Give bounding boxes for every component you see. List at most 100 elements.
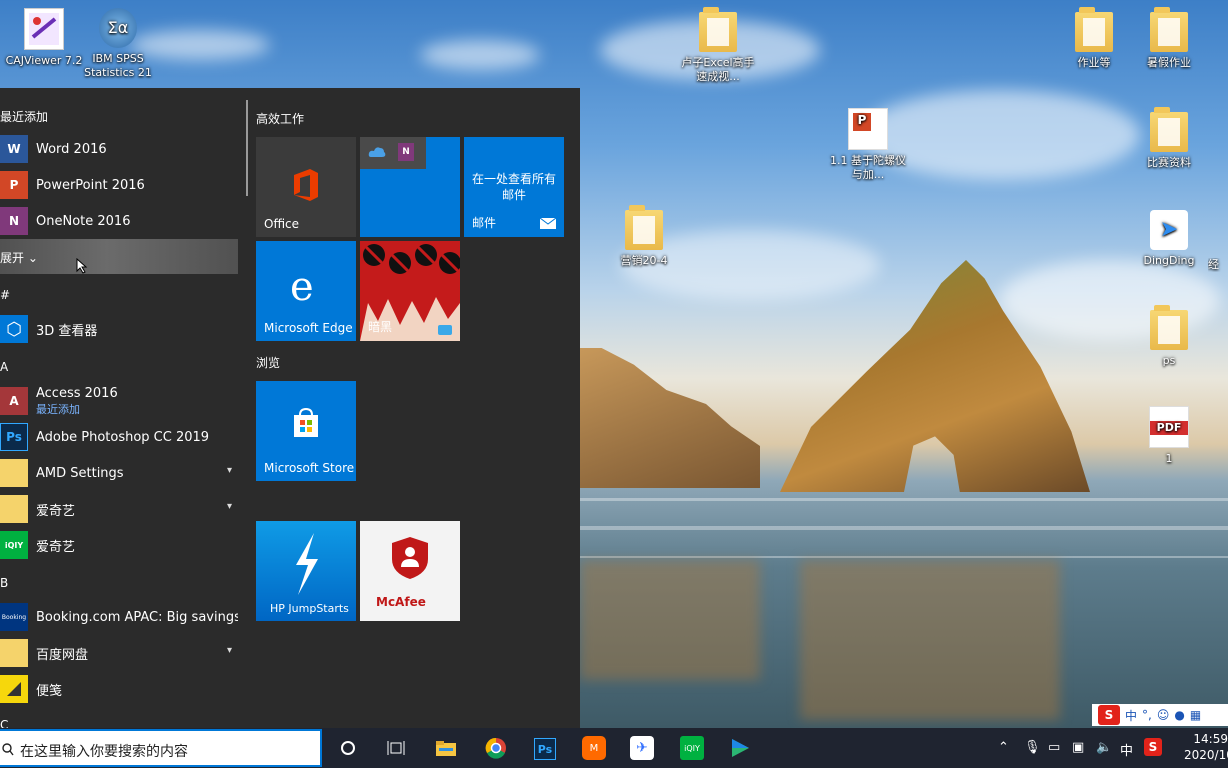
app-label: 3D 查看器 <box>36 323 98 339</box>
clock-date: 2020/10/ <box>1184 748 1228 762</box>
desktop-icon-label: 经 <box>1208 258 1219 271</box>
battery-icon[interactable]: ▭ <box>1048 740 1060 755</box>
folder-icon <box>1150 305 1188 350</box>
app-label: Adobe Photoshop CC 2019 <box>36 429 210 445</box>
app-item-baidu-netdisk[interactable]: 百度网盘 ▾ <box>0 636 238 670</box>
tile-label: 暗黑 <box>368 320 393 334</box>
ime-language[interactable]: 中 <box>1125 707 1137 724</box>
app-item-3d-viewer[interactable]: ⬡ 3D 查看器 <box>0 312 238 346</box>
sogou-icon[interactable]: S <box>1098 705 1120 725</box>
photoshop-taskbar-icon[interactable]: Ps <box>534 738 556 760</box>
onenote-icon: N <box>0 207 28 235</box>
folder-icon <box>699 7 737 52</box>
tile-edge[interactable]: e Microsoft Edge <box>256 241 356 341</box>
desktop-icon-summer-folder[interactable]: 暑假作业 <box>1129 7 1209 70</box>
desktop-icon-ps-folder[interactable]: ps <box>1129 305 1209 368</box>
app-item-amd-settings[interactable]: AMD Settings ▾ <box>0 456 238 490</box>
tile-group-title[interactable]: 高效工作 <box>256 110 304 127</box>
expand-button[interactable]: 展开 ⌄ <box>0 239 238 274</box>
app-label: 百度网盘 <box>36 647 89 663</box>
iqiyi-taskbar-icon[interactable]: iQIY <box>680 736 704 760</box>
desktop-icon-marketing-folder[interactable]: 营销20-4 <box>604 205 684 268</box>
network-icon[interactable]: ▣ <box>1072 740 1084 755</box>
app-label: Access 2016 <box>36 385 118 401</box>
tile-mcafee[interactable]: McAfee <box>360 521 460 621</box>
media-player-icon[interactable] <box>728 736 752 760</box>
section-letter-a[interactable]: A <box>0 360 8 374</box>
rock-reflection <box>580 560 760 680</box>
chevron-down-icon[interactable]: ▾ <box>227 465 232 476</box>
app-item-iqiyi-folder[interactable]: 爱奇艺 ▾ <box>0 492 238 526</box>
edge-icon: e <box>290 264 314 310</box>
desktop-icon-cajviewer[interactable]: CAJViewer 7.2 <box>4 8 84 68</box>
hp-jumpstarts-icon <box>296 533 318 595</box>
clock[interactable]: 14:59 2020/10/ <box>1184 731 1228 763</box>
tile-group-title[interactable]: 浏览 <box>256 354 280 371</box>
app-item-sticky-notes[interactable]: 便笺 <box>0 672 238 706</box>
pdf-file-icon: PDF <box>1149 406 1189 448</box>
ime-indicator[interactable]: 中 <box>1120 740 1133 759</box>
chevron-up-icon[interactable]: ⌃ <box>998 740 1009 755</box>
folder-icon <box>0 495 28 523</box>
desktop-icon-spss[interactable]: Σα IBM SPSS Statistics 21 <box>78 8 158 80</box>
keyboard-icon[interactable]: ▦ <box>1190 708 1201 722</box>
office-icon <box>294 169 318 201</box>
photoshop-icon: Ps <box>0 423 28 451</box>
cortana-icon[interactable] <box>336 736 360 760</box>
tile-hp-jumpstarts[interactable]: HP JumpStarts <box>256 521 356 621</box>
app-item-onenote[interactable]: N OneNote 2016 <box>0 204 238 238</box>
search-icon <box>2 743 14 756</box>
chevron-down-icon[interactable]: ▾ <box>227 645 232 656</box>
app-item-booking[interactable]: Booking Booking.com APAC: Big savings... <box>0 600 238 634</box>
app-item-photoshop[interactable]: Ps Adobe Photoshop CC 2019 <box>0 420 238 454</box>
desktop-icon-contest-folder[interactable]: 比赛资料 <box>1129 107 1209 170</box>
search-box[interactable]: 在这里输入你要搜索的内容 <box>0 729 322 767</box>
desktop-icon-homework-folder[interactable]: 作业等 <box>1054 7 1134 70</box>
ime-toolbar[interactable]: S 中 °, ☺ ● ▦ <box>1092 704 1228 726</box>
app-item-access[interactable]: A Access 2016 最近添加 <box>0 384 238 418</box>
clock-time: 14:59 <box>1193 732 1228 746</box>
app-list: 最近添加 W Word 2016 P PowerPoint 2016 N One… <box>0 88 246 728</box>
store-badge-icon <box>438 325 452 335</box>
app-label: Booking.com APAC: Big savings... <box>36 609 238 625</box>
punctuation-icon[interactable]: °, <box>1142 708 1152 722</box>
desktop-icon-pdf-file[interactable]: PDF 1 <box>1129 406 1209 466</box>
tile-microsoft-store[interactable]: Microsoft Store <box>256 381 356 481</box>
section-letter-b[interactable]: B <box>0 576 8 590</box>
emoji-icon[interactable]: ☺ <box>1157 708 1170 722</box>
tile-mail[interactable]: 在一处查看所有邮件 邮件 <box>464 137 564 237</box>
folder-icon <box>1150 107 1188 152</box>
file-explorer-icon[interactable] <box>434 736 458 760</box>
desktop-icon-dingding[interactable]: ➤ DingDing <box>1129 210 1209 268</box>
sogou-tray-icon[interactable]: S <box>1144 738 1162 756</box>
app-item-powerpoint[interactable]: P PowerPoint 2016 <box>0 168 238 202</box>
sticky-note-icon <box>0 675 28 703</box>
chevron-down-icon[interactable]: ▾ <box>227 501 232 512</box>
app-label: AMD Settings <box>36 465 124 481</box>
section-letter-hash[interactable]: # <box>0 288 10 302</box>
desktop-icon-label: 1.1 基于陀螺仪与加... <box>830 154 906 181</box>
tile-label: Office <box>264 217 300 231</box>
tile-label: 邮件 <box>472 216 497 230</box>
iqiyi-mv-icon[interactable]: M <box>582 736 606 760</box>
task-view-icon[interactable] <box>384 736 408 760</box>
iqiyi-icon: iQIY <box>0 531 28 559</box>
tile-office[interactable]: Office <box>256 137 356 237</box>
desktop-icon-partial[interactable]: 经 <box>1208 258 1228 272</box>
microphone-icon[interactable]: 🎙 <box>1024 740 1041 755</box>
app-item-word[interactable]: W Word 2016 <box>0 132 238 166</box>
app-label: 便笺 <box>36 683 63 699</box>
desktop-icon-ppt-file[interactable]: P 1.1 基于陀螺仪与加... <box>828 108 908 182</box>
microphone-icon[interactable]: ● <box>1174 708 1184 722</box>
tile-area: 高效工作 Office N 在一处查看所有邮件 邮件 e Microsoft E… <box>248 88 580 728</box>
desktop-icon-label: 暑假作业 <box>1147 56 1191 69</box>
tile-game[interactable]: 暗黑 <box>360 241 460 341</box>
desktop-icon-excel-folder[interactable]: 卢子Excel高手速成视... <box>678 7 758 84</box>
feishu-icon[interactable]: ✈ <box>630 736 654 760</box>
search-placeholder: 在这里输入你要搜索的内容 <box>20 744 188 760</box>
section-letter-c[interactable]: C <box>0 718 8 728</box>
app-item-iqiyi[interactable]: iQIY 爱奇艺 <box>0 528 238 562</box>
tile-onedrive-onenote[interactable]: N <box>360 137 460 237</box>
volume-icon[interactable]: 🔈 <box>1096 740 1112 755</box>
chrome-icon[interactable] <box>484 736 508 760</box>
